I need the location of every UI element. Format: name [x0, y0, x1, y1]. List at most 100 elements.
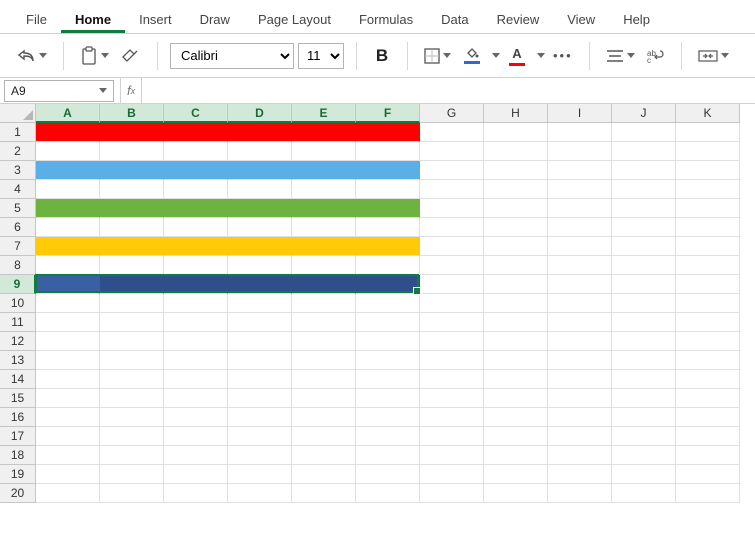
- cell[interactable]: [100, 237, 164, 256]
- cell[interactable]: [100, 123, 164, 142]
- cell[interactable]: [484, 142, 548, 161]
- cell[interactable]: [292, 199, 356, 218]
- row-header[interactable]: 14: [0, 370, 36, 389]
- column-header[interactable]: I: [548, 104, 612, 123]
- cell[interactable]: [356, 275, 420, 294]
- column-header[interactable]: D: [228, 104, 292, 123]
- cell[interactable]: [612, 237, 676, 256]
- merge-button[interactable]: [694, 42, 733, 70]
- cell[interactable]: [356, 332, 420, 351]
- cell[interactable]: [292, 161, 356, 180]
- cell[interactable]: [676, 484, 740, 503]
- cell[interactable]: [228, 332, 292, 351]
- cell[interactable]: [164, 313, 228, 332]
- cell[interactable]: [484, 351, 548, 370]
- cell[interactable]: [420, 427, 484, 446]
- row-header[interactable]: 5: [0, 199, 36, 218]
- cell[interactable]: [612, 332, 676, 351]
- cell[interactable]: [676, 332, 740, 351]
- cell[interactable]: [548, 199, 612, 218]
- cell[interactable]: [548, 180, 612, 199]
- cell[interactable]: [100, 332, 164, 351]
- cell[interactable]: [36, 351, 100, 370]
- cell[interactable]: [100, 294, 164, 313]
- cell[interactable]: [548, 446, 612, 465]
- cell[interactable]: [36, 408, 100, 427]
- cell[interactable]: [484, 313, 548, 332]
- cell[interactable]: [484, 237, 548, 256]
- cell[interactable]: [548, 123, 612, 142]
- cell[interactable]: [612, 408, 676, 427]
- column-header[interactable]: H: [484, 104, 548, 123]
- cell[interactable]: [164, 389, 228, 408]
- cell[interactable]: [420, 332, 484, 351]
- cell[interactable]: [164, 408, 228, 427]
- cell[interactable]: [292, 446, 356, 465]
- cell[interactable]: [100, 142, 164, 161]
- cell[interactable]: [164, 446, 228, 465]
- cell[interactable]: [228, 218, 292, 237]
- cell[interactable]: [36, 370, 100, 389]
- row-header[interactable]: 8: [0, 256, 36, 275]
- cell[interactable]: [228, 370, 292, 389]
- cell[interactable]: [164, 237, 228, 256]
- cell[interactable]: [676, 389, 740, 408]
- cell[interactable]: [420, 180, 484, 199]
- cell[interactable]: [676, 275, 740, 294]
- cell[interactable]: [420, 294, 484, 313]
- cell[interactable]: [484, 446, 548, 465]
- cell[interactable]: [292, 237, 356, 256]
- cell[interactable]: [228, 142, 292, 161]
- cell[interactable]: [292, 218, 356, 237]
- cell[interactable]: [420, 484, 484, 503]
- cell[interactable]: [356, 218, 420, 237]
- cell[interactable]: [612, 313, 676, 332]
- cell[interactable]: [676, 465, 740, 484]
- cell[interactable]: [100, 465, 164, 484]
- cell[interactable]: [676, 351, 740, 370]
- tab-data[interactable]: Data: [427, 5, 482, 33]
- row-header[interactable]: 2: [0, 142, 36, 161]
- cell[interactable]: [612, 161, 676, 180]
- cell[interactable]: [164, 256, 228, 275]
- cell[interactable]: [100, 484, 164, 503]
- cell[interactable]: [292, 256, 356, 275]
- cell[interactable]: [228, 313, 292, 332]
- cell[interactable]: [612, 446, 676, 465]
- cell[interactable]: [420, 465, 484, 484]
- cell[interactable]: [228, 351, 292, 370]
- cell[interactable]: [676, 427, 740, 446]
- cell[interactable]: [420, 123, 484, 142]
- cell[interactable]: [612, 199, 676, 218]
- tab-view[interactable]: View: [553, 5, 609, 33]
- cell[interactable]: [292, 332, 356, 351]
- cell[interactable]: [420, 275, 484, 294]
- bold-button[interactable]: B: [369, 42, 395, 70]
- cell[interactable]: [100, 313, 164, 332]
- cell[interactable]: [484, 465, 548, 484]
- row-header[interactable]: 13: [0, 351, 36, 370]
- cell[interactable]: [356, 123, 420, 142]
- borders-button[interactable]: [420, 42, 455, 70]
- cell[interactable]: [356, 446, 420, 465]
- cell[interactable]: [420, 237, 484, 256]
- cell[interactable]: [676, 446, 740, 465]
- cell[interactable]: [612, 427, 676, 446]
- cell[interactable]: [548, 142, 612, 161]
- column-header[interactable]: E: [292, 104, 356, 123]
- cell[interactable]: [164, 199, 228, 218]
- cell[interactable]: [484, 427, 548, 446]
- cell[interactable]: [164, 142, 228, 161]
- cell[interactable]: [676, 408, 740, 427]
- row-header[interactable]: 16: [0, 408, 36, 427]
- column-header[interactable]: A: [36, 104, 100, 123]
- cell[interactable]: [356, 199, 420, 218]
- row-header[interactable]: 10: [0, 294, 36, 313]
- cell[interactable]: [228, 446, 292, 465]
- tab-file[interactable]: File: [12, 5, 61, 33]
- cell[interactable]: [100, 446, 164, 465]
- cell[interactable]: [484, 332, 548, 351]
- cell[interactable]: [548, 294, 612, 313]
- cell[interactable]: [356, 408, 420, 427]
- cell[interactable]: [228, 237, 292, 256]
